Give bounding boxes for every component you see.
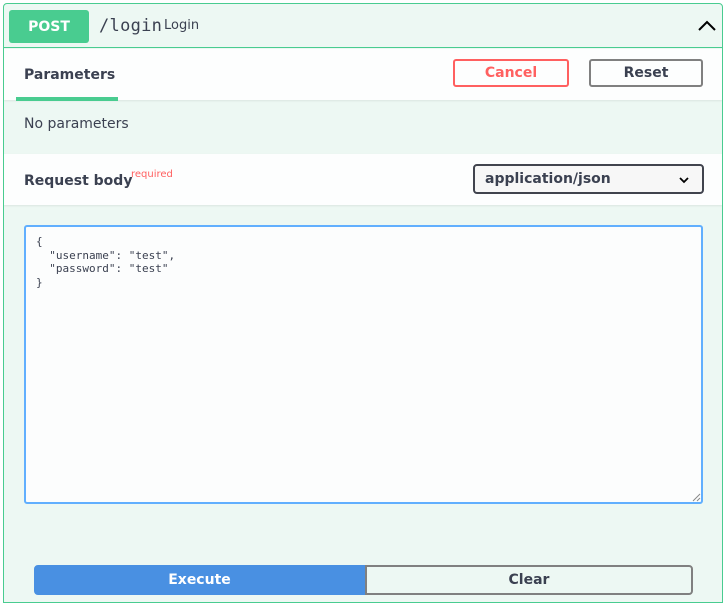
parameters-section-header: Parameters Cancel Reset (4, 49, 722, 101)
tab-active-indicator (16, 97, 118, 101)
content-type-value: application/json (485, 171, 611, 187)
clear-button[interactable]: Clear (365, 565, 693, 595)
content-type-select[interactable]: application/json (473, 164, 704, 194)
chevron-up-icon[interactable] (696, 18, 718, 34)
required-marker: required (131, 169, 173, 180)
operation-path: /login (99, 16, 163, 36)
operation-summary[interactable]: POST /login Login (4, 4, 722, 48)
method-badge: POST (9, 10, 89, 43)
cancel-button[interactable]: Cancel (453, 59, 569, 87)
operation-description: Login (164, 18, 200, 33)
no-parameters-text: No parameters (24, 116, 129, 132)
execute-wrapper: Execute Clear (34, 565, 693, 595)
request-body-section-header: Request body required application/json (4, 154, 722, 205)
chevron-down-icon (679, 177, 689, 184)
tab-parameters[interactable]: Parameters (24, 67, 115, 83)
reset-button[interactable]: Reset (589, 59, 703, 87)
request-body-textarea[interactable]: { "username": "test", "password": "test"… (24, 225, 703, 504)
execute-button[interactable]: Execute (34, 565, 365, 595)
operation-block-post-login: POST /login Login Parameters Cancel Rese… (3, 3, 723, 603)
resize-handle-icon[interactable] (692, 493, 701, 502)
request-body-title: Request body (24, 173, 133, 189)
